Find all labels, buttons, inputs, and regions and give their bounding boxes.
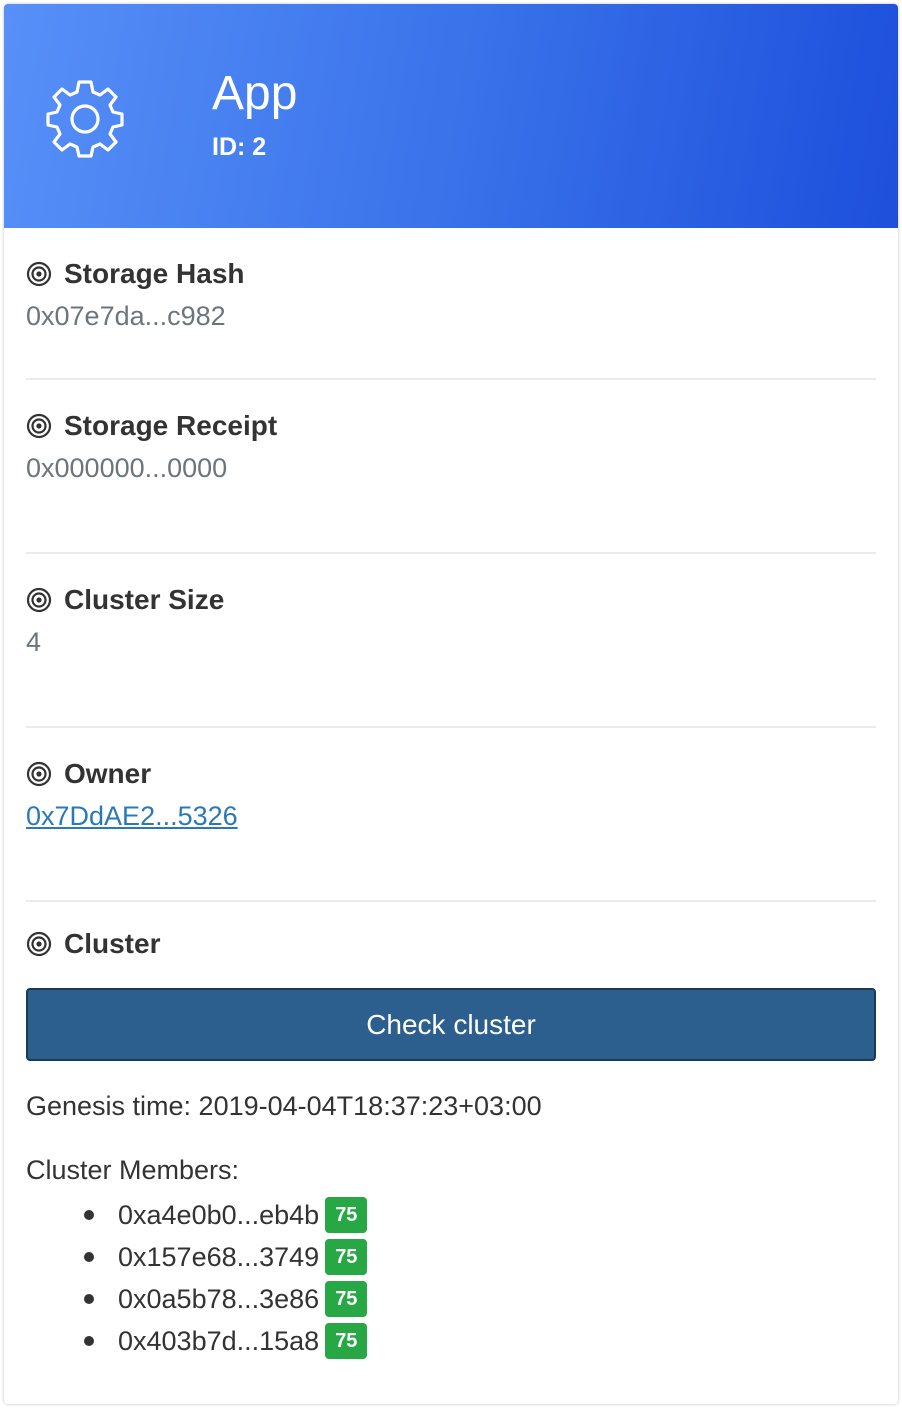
- cluster-size-value: 4: [26, 627, 42, 657]
- storage-receipt-value: 0x000000...0000: [26, 453, 228, 483]
- member-badge: 75: [325, 1323, 368, 1359]
- owner-label: Owner: [64, 758, 152, 789]
- cluster-size-label: Cluster Size: [64, 584, 225, 615]
- storage-hash-label: Storage Hash: [64, 258, 245, 289]
- cluster-size-field: Cluster Size 4: [26, 554, 876, 728]
- cluster-section: Cluster Check cluster Genesis time: 2019…: [26, 902, 876, 1402]
- app-id: ID: 2: [212, 133, 267, 161]
- bullet-icon: [84, 1252, 94, 1262]
- owner-link[interactable]: 0x7DdAE2...5326: [26, 798, 238, 834]
- genesis-time: Genesis time: 2019-04-04T18:37:23+03:00: [26, 1091, 542, 1121]
- member-badge: 75: [325, 1281, 368, 1317]
- owner-field: Owner 0x7DdAE2...5326: [26, 728, 876, 902]
- app-details: Storage Hash 0x07e7da...c982 Storage Rec…: [4, 228, 898, 1402]
- storage-receipt-field: Storage Receipt 0x000000...0000: [26, 380, 876, 554]
- target-icon: [26, 761, 52, 787]
- storage-hash-field: Storage Hash 0x07e7da...c982: [26, 228, 876, 380]
- cluster-members-label: Cluster Members:: [26, 1155, 240, 1185]
- bullet-icon: [84, 1210, 94, 1220]
- member-address: 0xa4e0b0...eb4b: [118, 1199, 320, 1230]
- member-address: 0x157e68...3749: [118, 1241, 320, 1272]
- app-title: App: [212, 67, 298, 120]
- bullet-icon: [84, 1294, 94, 1304]
- storage-hash-value: 0x07e7da...c982: [26, 301, 226, 331]
- member-badge: 75: [325, 1197, 368, 1233]
- target-icon: [26, 931, 52, 957]
- member-address: 0x0a5b78...3e86: [118, 1283, 320, 1314]
- target-icon: [26, 587, 52, 613]
- member-badge: 75: [325, 1239, 368, 1275]
- target-icon: [26, 261, 52, 287]
- list-item: 0x0a5b78...3e86 75: [84, 1278, 368, 1320]
- check-cluster-button[interactable]: Check cluster: [26, 988, 876, 1061]
- storage-receipt-label: Storage Receipt: [64, 410, 278, 441]
- member-address: 0x403b7d...15a8: [118, 1325, 320, 1356]
- app-card: App ID: 2 Storage Hash 0x07e7da...c982 S…: [4, 4, 898, 1404]
- gear-icon: [46, 80, 124, 158]
- app-header: App ID: 2: [4, 4, 898, 228]
- cluster-label: Cluster: [64, 928, 161, 959]
- cluster-members-list: 0xa4e0b0...eb4b 75 0x157e68...3749 75 0x…: [84, 1194, 368, 1362]
- list-item: 0xa4e0b0...eb4b 75: [84, 1194, 368, 1236]
- bullet-icon: [84, 1336, 94, 1346]
- list-item: 0x157e68...3749 75: [84, 1236, 368, 1278]
- target-icon: [26, 413, 52, 439]
- list-item: 0x403b7d...15a8 75: [84, 1320, 368, 1362]
